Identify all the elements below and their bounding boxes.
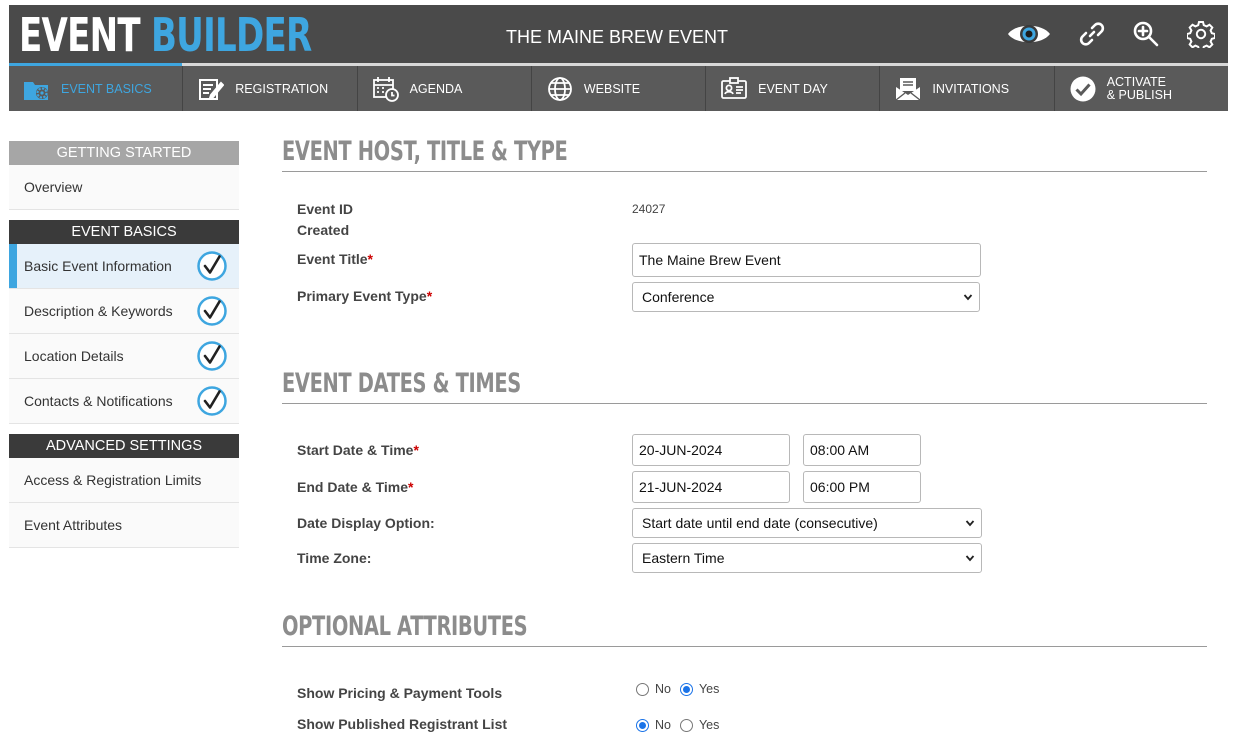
sidebar-item-label: Basic Event Information — [24, 258, 172, 274]
event-title-label: Event Title* — [297, 251, 373, 267]
check-circle-icon — [197, 251, 227, 281]
primary-event-type-label: Primary Event Type* — [297, 288, 433, 304]
top-bar: EVENT BUILDER THE MAINE BREW EVENT — [9, 5, 1228, 63]
section-title-optional-attributes: OPTIONAL ATTRIBUTES — [282, 611, 528, 642]
nav-label: ACTIVATE & PUBLISH — [1106, 74, 1172, 102]
nav-registration[interactable]: REGISTRATION — [183, 66, 358, 111]
radio-label-yes: Yes — [698, 682, 720, 696]
sidebar-heading-event-basics: EVENT BASICS — [9, 220, 239, 244]
sidebar-item-location-details[interactable]: Location Details — [9, 334, 239, 379]
sidebar-item-label: Location Details — [24, 348, 124, 364]
nav-label-line2: & PUBLISH — [1106, 87, 1172, 102]
start-date-input[interactable]: 20-JUN-2024 — [632, 434, 790, 466]
event-basics-icon — [23, 76, 51, 102]
section-title-host-title-type: EVENT HOST, TITLE & TYPE — [282, 136, 568, 167]
select-value: Start date until end date (consecutive) — [642, 515, 878, 531]
sidebar-item-label: Event Attributes — [24, 517, 123, 533]
nav-label: INVITATIONS — [932, 81, 1010, 96]
sidebar-item-overview[interactable]: Overview — [9, 165, 239, 210]
chevron-down-icon — [965, 520, 975, 527]
date-display-option-select[interactable]: Start date until end date (consecutive) — [632, 508, 982, 538]
zoom-icon[interactable] — [1131, 16, 1161, 52]
agenda-icon — [372, 76, 400, 102]
event-builder-logo: EVENT BUILDER — [19, 8, 312, 62]
nav-event-basics[interactable]: EVENT BASICS — [9, 63, 184, 111]
main-nav: EVENT BASICS REGISTRATION AGENDA WEBSITE… — [9, 63, 1228, 111]
sidebar-heading-getting-started: GETTING STARTED — [9, 141, 239, 165]
date-display-option-label: Date Display Option: — [297, 515, 435, 531]
badge-icon — [720, 76, 748, 102]
show-pricing-radio-group: No Yes — [636, 682, 728, 696]
end-date-time-label: End Date & Time* — [297, 479, 414, 495]
show-registrant-list-radio-group: No Yes — [636, 718, 728, 732]
sidebar-item-label: Contacts & Notifications — [24, 393, 173, 409]
envelope-icon — [894, 76, 922, 102]
nav-label: EVENT BASICS — [61, 81, 152, 96]
sidebar: GETTING STARTED Overview EVENT BASICS Ba… — [9, 141, 239, 548]
show-registrant-list-yes-radio[interactable] — [679, 718, 693, 732]
start-time-input[interactable]: 08:00 AM — [803, 434, 921, 466]
select-value: Conference — [642, 289, 715, 305]
nav-invitations[interactable]: INVITATIONS — [880, 66, 1055, 111]
show-pricing-no-radio[interactable] — [636, 682, 649, 696]
radio-label-yes: Yes — [698, 718, 720, 732]
sidebar-heading-advanced-settings: ADVANCED SETTINGS — [9, 434, 239, 458]
section-divider — [282, 403, 1207, 404]
sidebar-item-contacts-notifications[interactable]: Contacts & Notifications — [9, 379, 239, 424]
logo-word-event: EVENT — [19, 8, 141, 62]
sidebar-item-description-keywords[interactable]: Description & Keywords — [9, 289, 239, 334]
nav-activate-publish[interactable]: ACTIVATE & PUBLISH — [1055, 66, 1228, 111]
section-divider — [282, 171, 1207, 172]
link-icon[interactable] — [1077, 16, 1107, 52]
start-date-time-label: Start Date & Time* — [297, 442, 419, 458]
globe-icon — [546, 76, 574, 102]
nav-website[interactable]: WEBSITE — [532, 66, 707, 111]
nav-label: REGISTRATION — [235, 81, 329, 96]
check-circle-icon — [1069, 76, 1097, 102]
registration-icon — [197, 76, 225, 102]
sidebar-item-label: Description & Keywords — [24, 303, 173, 319]
eye-icon[interactable] — [1005, 16, 1053, 52]
section-title-dates-times: EVENT DATES & TIMES — [282, 368, 521, 399]
event-name-title: THE MAINE BREW EVENT — [506, 27, 729, 47]
show-registrant-list-label: Show Published Registrant List — [297, 716, 508, 732]
time-zone-select[interactable]: Eastern Time — [632, 543, 982, 573]
radio-label-no: No — [655, 718, 671, 732]
sidebar-item-label: Access & Registration Limits — [24, 472, 202, 488]
show-registrant-list-no-radio[interactable] — [636, 718, 649, 732]
chevron-down-icon — [963, 294, 973, 301]
sidebar-item-basic-event-information[interactable]: Basic Event Information — [9, 244, 239, 289]
sidebar-item-event-attributes[interactable]: Event Attributes — [9, 503, 239, 548]
nav-label-line1: ACTIVATE — [1106, 74, 1166, 89]
created-label: Created — [297, 222, 350, 238]
check-circle-icon — [197, 296, 227, 326]
radio-label-no: No — [655, 682, 671, 696]
event-id-value: 24027 — [632, 202, 666, 216]
select-value: Eastern Time — [642, 550, 725, 566]
nav-label: WEBSITE — [583, 81, 641, 96]
nav-label: AGENDA — [409, 81, 463, 96]
end-date-input[interactable]: 21-JUN-2024 — [632, 471, 790, 503]
gear-icon[interactable] — [1186, 16, 1216, 52]
event-id-label: Event ID — [297, 201, 354, 217]
event-title-input[interactable]: The Maine Brew Event — [632, 243, 981, 277]
time-zone-label: Time Zone: — [297, 550, 372, 566]
nav-event-day[interactable]: EVENT DAY — [706, 66, 881, 111]
show-pricing-label: Show Pricing & Payment Tools — [297, 685, 503, 701]
section-divider — [282, 646, 1207, 647]
show-pricing-yes-radio[interactable] — [679, 682, 693, 696]
logo-word-builder: BUILDER — [150, 8, 312, 62]
check-circle-icon — [197, 341, 227, 371]
sidebar-item-label: Overview — [24, 179, 83, 195]
end-time-input[interactable]: 06:00 PM — [803, 471, 921, 503]
chevron-down-icon — [965, 555, 975, 562]
nav-agenda[interactable]: AGENDA — [358, 66, 532, 111]
nav-label: EVENT DAY — [758, 81, 828, 96]
sidebar-item-access-registration-limits[interactable]: Access & Registration Limits — [9, 458, 239, 503]
check-circle-icon — [197, 386, 227, 416]
primary-event-type-select[interactable]: Conference — [632, 282, 980, 312]
